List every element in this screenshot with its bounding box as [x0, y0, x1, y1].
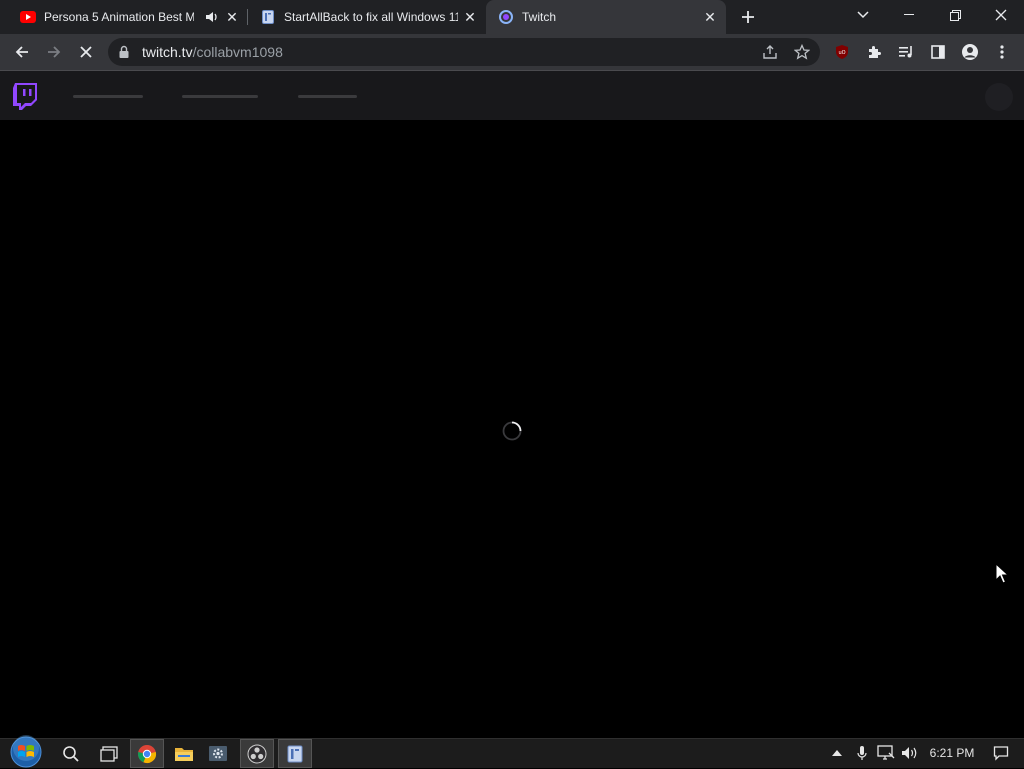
speaker-muted-icon[interactable]: [204, 9, 220, 25]
share-icon: [763, 45, 777, 59]
show-hidden-icons-button[interactable]: [830, 744, 844, 762]
youtube-icon: [20, 9, 36, 25]
taskbar-document-app[interactable]: [278, 739, 312, 768]
profile-button[interactable]: [956, 38, 984, 66]
task-view-icon: [100, 745, 118, 762]
microphone-tray-icon[interactable]: [854, 744, 870, 762]
ublock-button[interactable]: uO: [828, 38, 856, 66]
tab-close-icon[interactable]: ✕: [462, 9, 478, 25]
forward-button[interactable]: [40, 38, 68, 66]
restore-icon: [949, 9, 961, 21]
mouse-cursor-icon: [995, 563, 1009, 584]
side-panel-icon: [931, 45, 945, 59]
twitch-loading-icon: [498, 9, 514, 25]
action-center-button[interactable]: [990, 744, 1012, 762]
back-button[interactable]: [8, 38, 36, 66]
document-icon: [287, 745, 303, 762]
avatar-placeholder: [985, 83, 1013, 111]
menu-button[interactable]: [988, 38, 1016, 66]
tab-title: StartAllBack to fix all Windows 11: [284, 10, 458, 24]
file-explorer-icon: [175, 747, 193, 761]
control-panel-icon: [209, 745, 227, 761]
close-icon: [995, 9, 1007, 21]
restore-button[interactable]: [932, 0, 978, 30]
stop-loading-button[interactable]: [72, 38, 100, 66]
chevron-down-icon: [857, 11, 869, 19]
nav-placeholder-browse: [182, 95, 258, 98]
new-tab-button[interactable]: [736, 5, 760, 29]
network-tray-icon[interactable]: [876, 744, 896, 762]
twitch-top-nav: [0, 71, 1024, 121]
nav-placeholder-esports: [298, 95, 357, 98]
taskbar-obs[interactable]: [240, 739, 274, 768]
nav-placeholder-following: [73, 95, 143, 98]
taskbar-file-explorer[interactable]: [167, 739, 201, 768]
chrome-icon: [137, 744, 157, 763]
stop-icon: [80, 46, 92, 58]
obs-icon: [247, 744, 267, 763]
search-icon: [63, 745, 79, 762]
volume-tray-icon[interactable]: [900, 744, 920, 762]
media-control-button[interactable]: [892, 38, 920, 66]
bookmark-button[interactable]: [788, 38, 816, 66]
minimize-button[interactable]: [886, 0, 932, 30]
tab-title: Twitch: [522, 10, 557, 24]
taskbar-control-panel[interactable]: [201, 739, 235, 768]
url-text[interactable]: twitch.tv/collabvm1098: [142, 45, 283, 59]
task-view-button[interactable]: [92, 739, 126, 768]
share-button[interactable]: [756, 38, 784, 66]
lock-icon[interactable]: [118, 45, 130, 59]
media-queue-icon: [899, 46, 912, 58]
arrow-left-icon: [15, 46, 28, 58]
tab-twitch[interactable]: Twitch ✕: [486, 0, 726, 34]
taskbar-clock[interactable]: 6:21 PM: [924, 746, 980, 760]
tab-close-icon[interactable]: ✕: [702, 9, 718, 25]
tab-search-button[interactable]: [840, 0, 886, 30]
star-icon: [794, 44, 810, 60]
side-panel-button[interactable]: [924, 38, 952, 66]
notification-icon: [993, 746, 1009, 761]
person-icon: [962, 44, 978, 60]
taskbar-chrome[interactable]: [130, 739, 164, 768]
start-orb-icon: [10, 735, 42, 768]
puzzle-icon: [869, 46, 881, 58]
ublock-origin-icon: uO: [836, 45, 848, 59]
plus-icon: [742, 11, 754, 23]
url-host: twitch.tv: [142, 44, 193, 60]
extensions-button[interactable]: [860, 38, 888, 66]
search-button[interactable]: [54, 739, 88, 768]
tab-startallback[interactable]: StartAllBack to fix all Windows 11 ✕: [248, 0, 486, 34]
arrow-right-icon: [48, 46, 61, 58]
close-window-button[interactable]: [978, 0, 1024, 30]
loading-spinner-icon: [502, 421, 522, 441]
tab-close-icon[interactable]: ✕: [224, 9, 240, 25]
tab-title: Persona 5 Animation Best M: [44, 10, 194, 24]
twitch-logo-icon[interactable]: [13, 83, 37, 110]
url-path: /collabvm1098: [192, 44, 283, 60]
more-vert-icon: [1000, 45, 1004, 59]
start-button[interactable]: [6, 735, 46, 768]
tab-youtube[interactable]: Persona 5 Animation Best M ✕: [8, 0, 248, 34]
chevron-up-icon: [832, 750, 842, 756]
minimize-icon: [904, 14, 914, 15]
svg-text:uO: uO: [838, 50, 845, 56]
document-icon: [260, 9, 276, 25]
